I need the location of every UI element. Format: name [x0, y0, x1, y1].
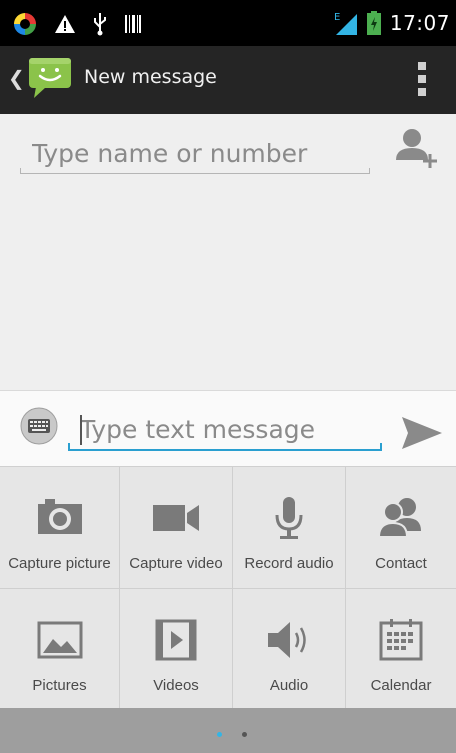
attach-videos[interactable]: Videos	[120, 589, 233, 709]
notification-icons	[12, 10, 142, 38]
signal-icon: E	[334, 12, 357, 35]
warning-icon	[55, 15, 75, 33]
speaker-icon	[268, 622, 306, 658]
attach-contact[interactable]: Contact	[346, 467, 456, 589]
video-file-icon	[155, 619, 197, 661]
attach-label: Capture picture	[8, 555, 111, 572]
attach-pictures[interactable]: Pictures	[0, 589, 120, 709]
video-camera-icon	[153, 505, 199, 531]
message-underline-left-tick	[68, 443, 70, 451]
input-underline-right-tick	[369, 168, 370, 174]
calendar-icon	[379, 619, 423, 661]
action-bar: ❮ New message	[0, 46, 456, 114]
page-title: New message	[84, 66, 217, 88]
barcode-icon	[125, 15, 141, 33]
overflow-menu-icon[interactable]	[418, 62, 428, 96]
network-type-label: E	[334, 12, 340, 23]
attach-label: Contact	[375, 555, 427, 572]
status-bar: E 17:07	[0, 0, 456, 46]
attach-audio[interactable]: Audio	[233, 589, 346, 709]
usb-icon	[94, 13, 106, 36]
battery-icon	[366, 11, 381, 35]
attachment-grid: Capture picture Capture video Record aud…	[0, 466, 456, 709]
recipient-input[interactable]	[20, 134, 370, 174]
system-indicators: E 17:07	[332, 8, 450, 38]
camera-icon	[37, 499, 82, 534]
page-indicator	[0, 708, 456, 753]
attach-calendar[interactable]: Calendar	[346, 589, 456, 709]
compose-row	[0, 390, 456, 467]
send-icon[interactable]	[400, 415, 444, 451]
attach-label: Videos	[153, 677, 199, 694]
attach-label: Record audio	[244, 555, 334, 572]
attach-label: Pictures	[32, 677, 87, 694]
page-dot-active[interactable]	[217, 732, 222, 737]
messaging-app-icon[interactable]	[26, 54, 74, 102]
contacts-icon	[377, 498, 421, 538]
emoji-keyboard-icon[interactable]	[20, 407, 58, 445]
clock: 17:07	[389, 11, 450, 35]
recipient-area	[0, 114, 456, 390]
add-contact-icon[interactable]	[394, 126, 440, 172]
attach-record-audio[interactable]: Record audio	[233, 467, 346, 589]
message-input[interactable]	[68, 409, 382, 451]
microphone-icon	[275, 497, 303, 539]
attach-label: Capture video	[129, 555, 223, 572]
color-wheel-icon	[14, 13, 36, 35]
attach-capture-picture[interactable]: Capture picture	[0, 467, 120, 589]
page-dot[interactable]	[242, 732, 247, 737]
message-underline-right-tick	[380, 443, 382, 451]
attach-capture-video[interactable]: Capture video	[120, 467, 233, 589]
picture-icon	[37, 621, 82, 659]
input-underline-left-tick	[20, 168, 21, 174]
attach-label: Calendar	[370, 677, 432, 694]
attach-label: Audio	[269, 677, 309, 694]
back-caret-icon[interactable]: ❮	[8, 66, 25, 90]
text-cursor	[80, 415, 82, 445]
